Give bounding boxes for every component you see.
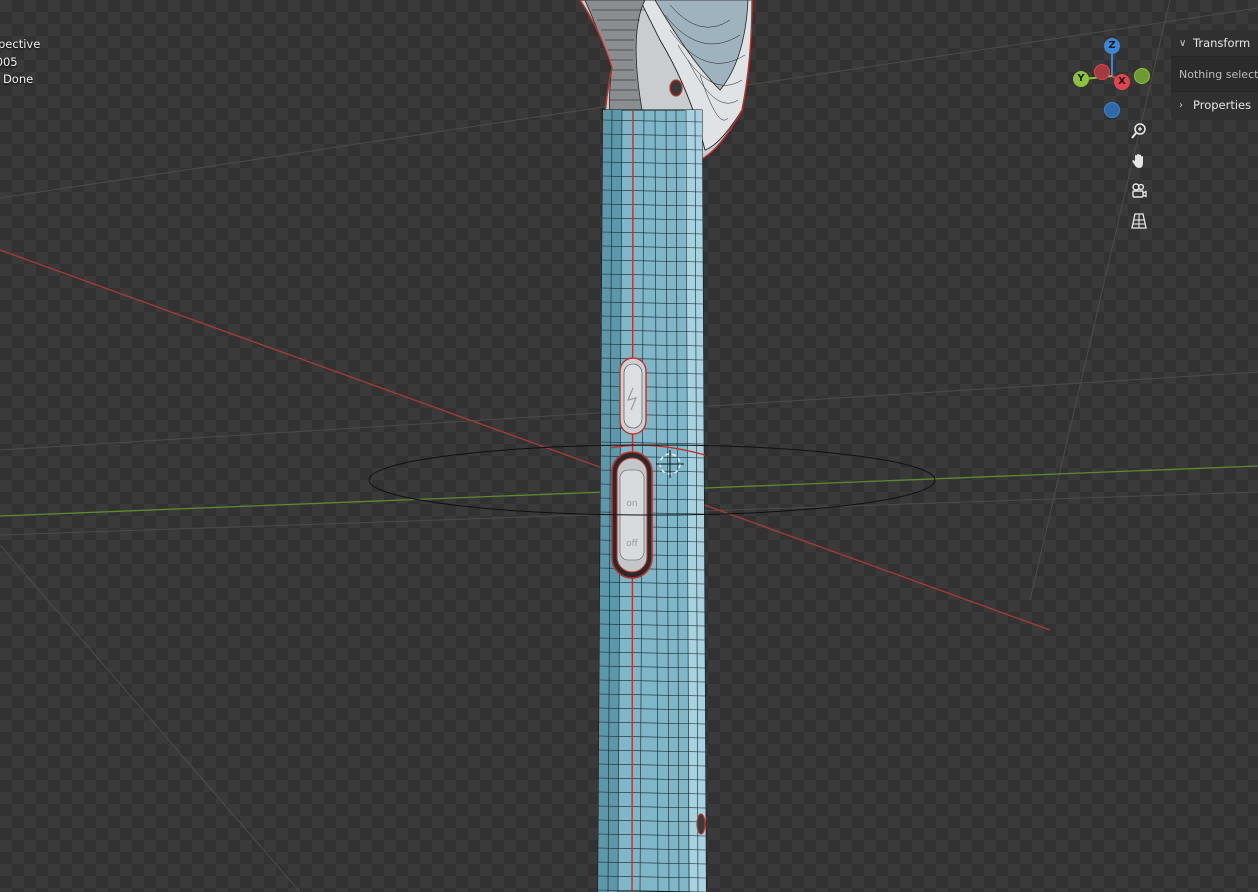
transform-label: Transform [1193,36,1251,50]
viewport-nav-tools [1126,118,1154,238]
svg-text:on: on [626,499,637,509]
camera-view-button[interactable] [1126,178,1152,204]
collection-name-text: .005 [0,54,18,69]
gizmo-neg-z-axis[interactable] [1104,102,1120,118]
upper-button[interactable] [619,357,647,435]
chevron-down-icon: ∨ [1179,37,1187,49]
gizmo-y-label: Y [1077,73,1085,84]
gizmo-y-axis[interactable]: Y [1073,71,1089,87]
sidebar-panel: ∨ Transform Nothing selecte › Properties [1171,30,1258,120]
gizmo-neg-x-axis[interactable] [1094,64,1110,80]
3d-viewport[interactable]: on off spective .005 g Done Z X Y [0,0,1258,892]
transform-panel-header[interactable]: ∨ Transform [1171,30,1258,56]
chevron-right-icon: › [1179,99,1183,111]
properties-label: Properties [1193,98,1252,112]
zoom-button[interactable] [1126,118,1152,144]
grid-icon [1131,213,1147,229]
status-text: g Done [0,72,34,86]
gizmo-z-label: Z [1108,40,1116,51]
gizmo-x-label: X [1118,76,1126,87]
pan-button[interactable] [1126,148,1152,174]
hand-icon [1132,154,1143,168]
gizmo-neg-y-axis[interactable] [1134,68,1150,84]
svg-text:off: off [626,539,639,549]
gizmo-z-axis[interactable]: Z [1104,38,1120,54]
scene-svg: on off [0,0,1258,892]
camera-icon [1132,183,1147,198]
perspective-toggle-button[interactable] [1126,208,1152,234]
transform-panel-body: Nothing selecte [1171,56,1258,92]
zoom-icon [1131,123,1146,139]
viewport-info-overlay: spective .005 g Done [0,36,40,89]
side-port [696,813,706,835]
nothing-selected-text: Nothing selecte [1179,67,1258,81]
navigation-gizmo[interactable]: Z X Y [1070,36,1158,124]
properties-panel-header[interactable]: › Properties [1171,92,1258,118]
gizmo-x-axis[interactable]: X [1114,74,1130,90]
view-name-text: spective [0,37,41,51]
